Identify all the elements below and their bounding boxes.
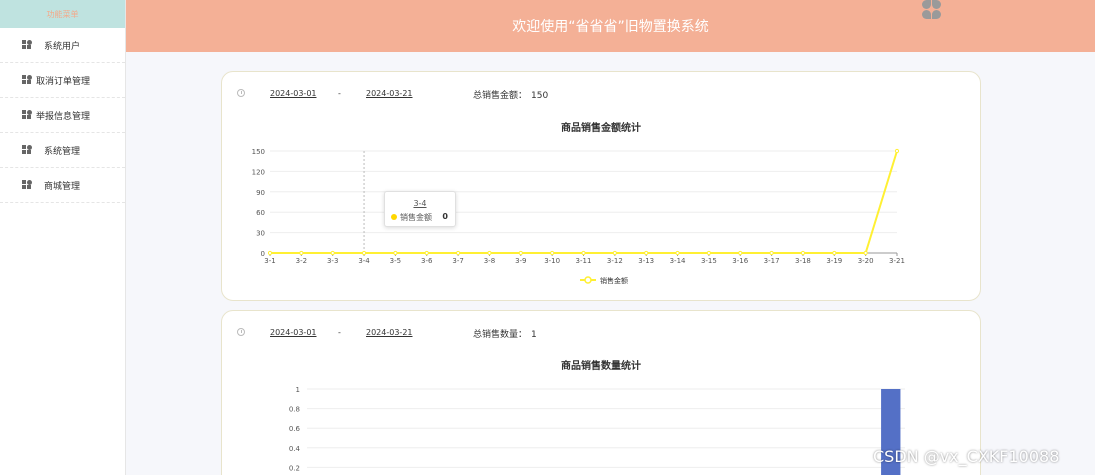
x-tick-label: 3-16 — [732, 257, 748, 265]
x-tick-label: 3-21 — [889, 257, 905, 265]
sidebar-item-label: 商城管理 — [44, 181, 81, 192]
x-tick-label: 3-5 — [390, 257, 401, 265]
x-tick-label: 3-12 — [607, 257, 623, 265]
y-tick-label: 90 — [256, 189, 265, 197]
legend-swatch-dot — [584, 276, 592, 284]
sidebar-item-label: 取消订单管理 — [36, 76, 91, 87]
sidebar-item-system-users[interactable]: 系统用户 — [0, 28, 125, 63]
menu-grid-icon — [22, 75, 32, 85]
sales-quantity-card: 2024-03-01 - 2024-03-21 总销售数量： 1 商品销售数量统计… — [221, 310, 981, 475]
y-tick-label: 1 — [296, 386, 300, 394]
x-tick-label: 3-19 — [826, 257, 842, 265]
y-tick-label: 120 — [252, 168, 265, 176]
top-header: 欢迎使用“省省省”旧物置换系统 — [126, 0, 1095, 52]
avatar-icon[interactable] — [922, 0, 942, 20]
y-tick-label: 0.2 — [289, 464, 300, 472]
y-tick-label: 0.8 — [289, 406, 300, 414]
sales-amount-line-chart[interactable]: 0 30 60 90 120 150 3-1 3-2 3-3 3-4 3-5 3-6 3-7 3-8 3-9… — [222, 72, 982, 302]
data-point — [644, 250, 649, 256]
chart-tooltip: 3-4 销售金额 0 — [384, 191, 456, 227]
series-line — [270, 150, 898, 254]
x-tick-label: 3-3 — [327, 257, 338, 265]
menu-grid-icon — [22, 145, 32, 155]
sidebar-item-reports[interactable]: 举报信息管理 — [0, 98, 125, 133]
x-tick-label: 3-7 — [452, 257, 463, 265]
data-point — [361, 250, 367, 256]
x-tick-label: 3-11 — [576, 257, 592, 265]
sales-quantity-bar-chart[interactable]: 0.2 0.4 0.6 0.8 1 — [222, 311, 982, 475]
tooltip-series-name: 销售金额 — [400, 213, 432, 222]
x-tick-label: 3-1 — [264, 257, 275, 265]
y-tick-label: 150 — [252, 148, 265, 156]
data-point — [832, 250, 837, 256]
sidebar-header: 功能菜单 — [0, 0, 125, 28]
x-tick-label: 3-14 — [670, 257, 686, 265]
y-tick-label: 0.6 — [289, 425, 301, 433]
x-tick-label: 3-6 — [421, 257, 433, 265]
data-point — [800, 250, 806, 256]
y-tick-label: 30 — [256, 230, 265, 238]
data-point — [675, 250, 680, 256]
x-tick-label: 3-9 — [515, 257, 526, 265]
y-tick-label: 60 — [256, 209, 265, 217]
watermark: CSDN @vx_CXKF10088 — [873, 447, 1060, 466]
tooltip-value: 0 — [442, 212, 448, 221]
data-point — [456, 250, 461, 256]
data-point — [581, 250, 586, 256]
sidebar-header-label: 功能菜单 — [46, 9, 79, 19]
x-tick-label: 3-17 — [764, 257, 780, 265]
data-point — [393, 250, 398, 256]
data-point — [518, 250, 523, 256]
menu-grid-icon — [22, 40, 32, 50]
x-tick-label: 3-4 — [358, 257, 370, 265]
sidebar-item-label: 系统用户 — [44, 41, 81, 52]
sidebar-item-cancel-orders[interactable]: 取消订单管理 — [0, 63, 125, 98]
x-tick-label: 3-15 — [701, 257, 717, 265]
data-point — [487, 250, 492, 256]
x-tick-label: 3-8 — [484, 257, 495, 265]
data-point — [738, 250, 743, 256]
sidebar-item-label: 举报信息管理 — [36, 111, 91, 122]
data-point — [267, 250, 273, 256]
x-tick-label: 3-20 — [858, 257, 874, 265]
data-point — [894, 148, 900, 154]
data-point — [550, 250, 555, 256]
legend-label: 销售金额 — [600, 276, 628, 285]
data-point — [299, 250, 304, 256]
data-point — [706, 250, 711, 256]
x-tick-label: 3-18 — [795, 257, 811, 265]
data-point — [612, 250, 617, 256]
y-tick-label: 0.4 — [289, 445, 301, 453]
sidebar: 功能菜单 系统用户 取消订单管理 举报信息管理 系统管理 商城管理 — [0, 0, 126, 475]
x-tick-label: 3-2 — [296, 257, 307, 265]
data-point — [424, 250, 429, 256]
data-point — [769, 250, 774, 256]
sales-amount-card: 2024-03-01 - 2024-03-21 总销售金额： 150 商品销售金额… — [221, 71, 981, 301]
sidebar-item-label: 系统管理 — [44, 146, 81, 157]
x-tick-label: 3-10 — [544, 257, 560, 265]
menu-grid-icon — [22, 110, 32, 120]
sidebar-item-system-management[interactable]: 系统管理 — [0, 133, 125, 168]
menu-grid-icon — [22, 180, 32, 190]
page-title: 欢迎使用“省省省”旧物置换系统 — [512, 19, 709, 35]
tooltip-title: 3-4 — [413, 199, 427, 208]
tooltip-series-dot — [391, 214, 397, 220]
data-point — [330, 250, 335, 256]
data-point — [863, 250, 868, 256]
x-tick-label: 3-13 — [638, 257, 654, 265]
sidebar-item-mall-management[interactable]: 商城管理 — [0, 168, 125, 203]
